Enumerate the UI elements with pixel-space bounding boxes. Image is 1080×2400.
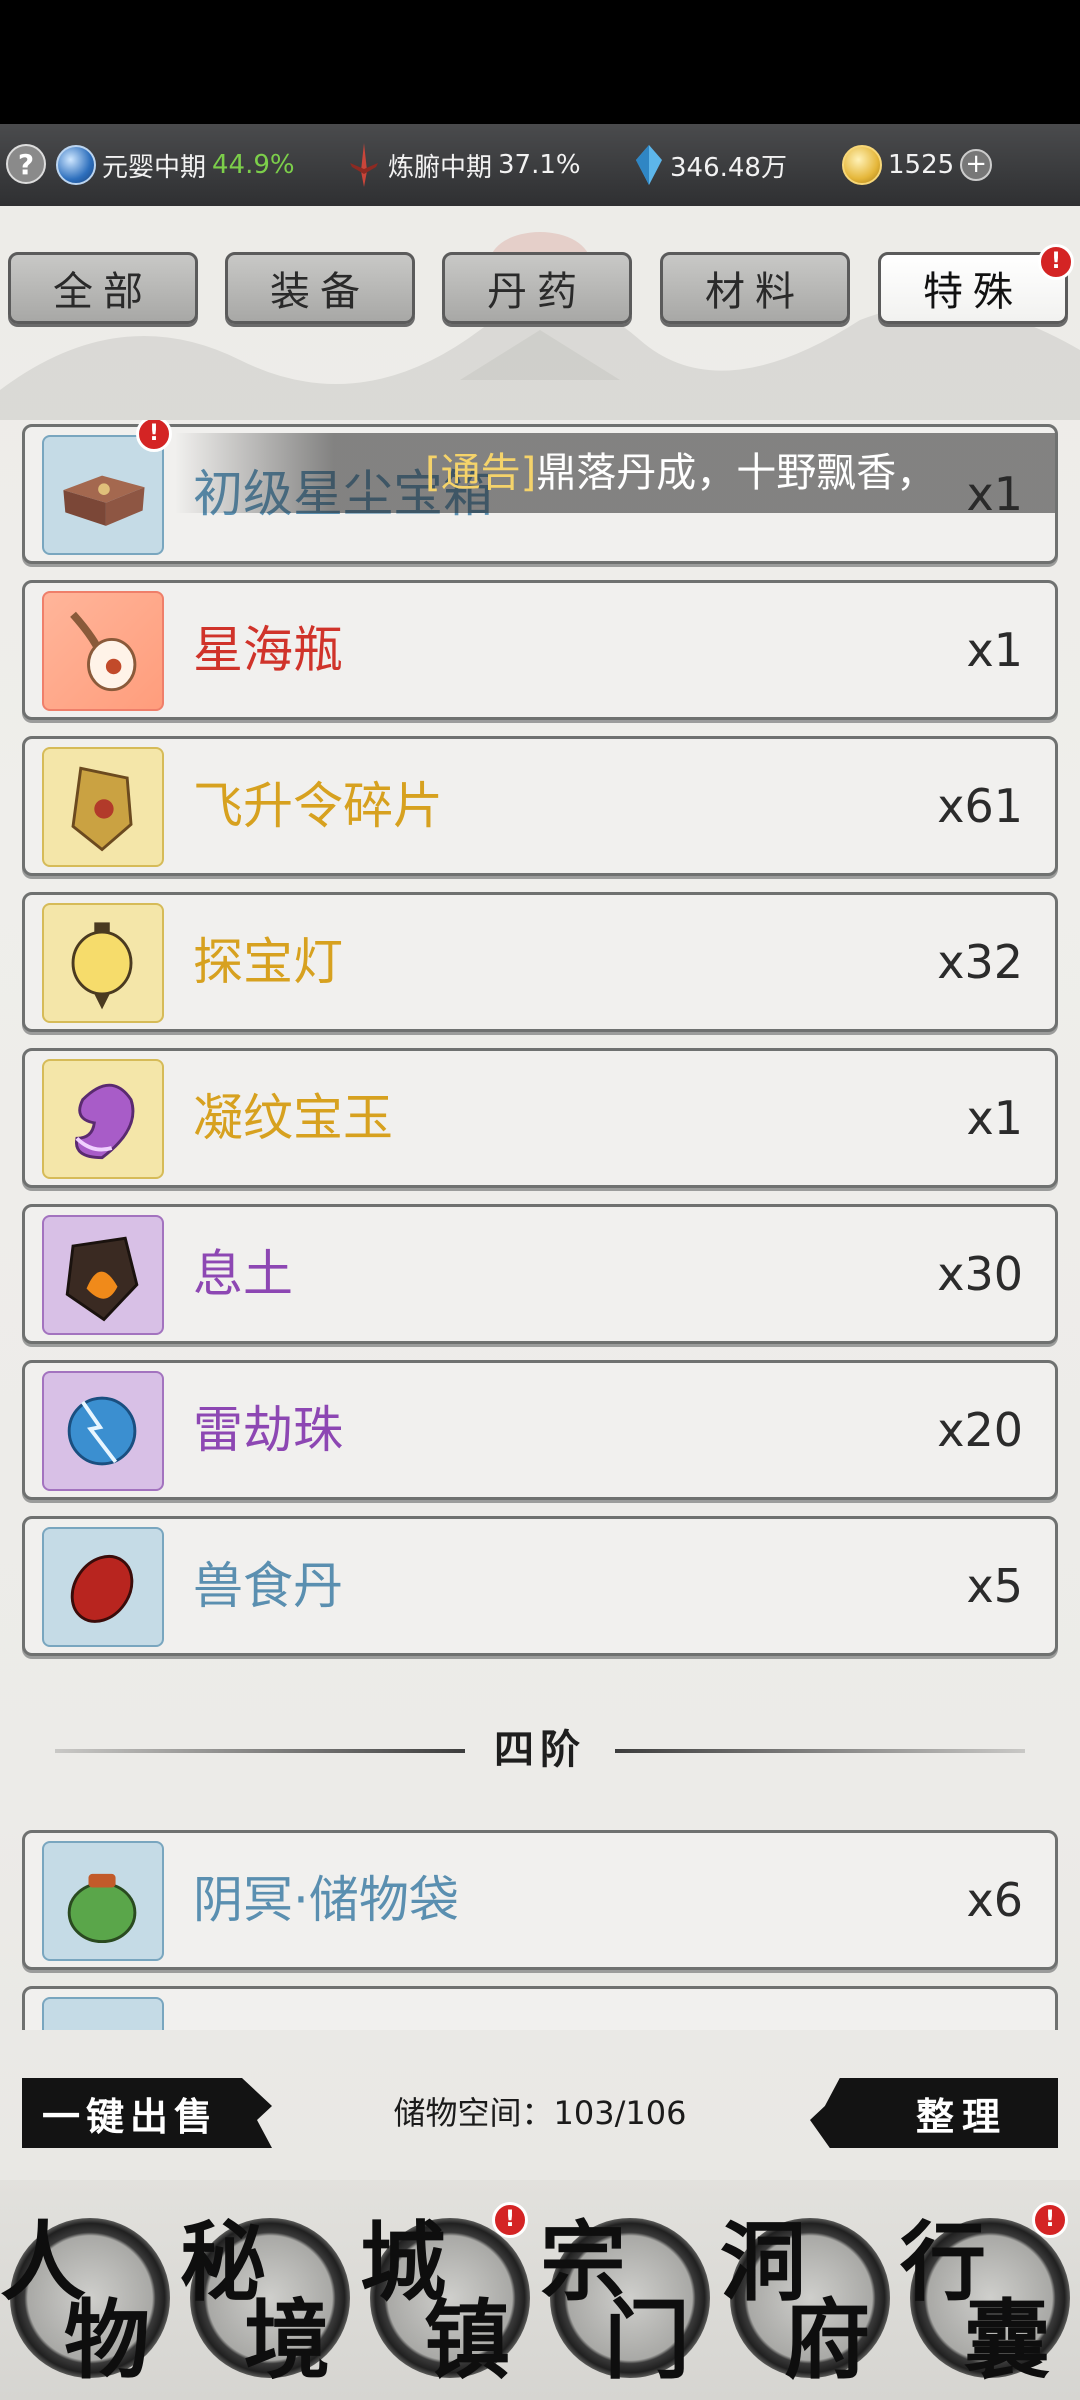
patterned-jade-icon [42, 1059, 164, 1179]
help-button[interactable]: ? [6, 144, 46, 184]
item-name: 星海瓶 [193, 621, 343, 679]
realm-label: 元婴中期 [102, 152, 207, 183]
item-name: 飞升令碎片 [193, 777, 443, 835]
sword-icon [350, 143, 378, 187]
tier-divider-line-right [615, 1749, 1025, 1753]
item-name: 探宝灯 [193, 933, 343, 991]
nav-label-2: 镇 [424, 2290, 510, 2391]
list-item[interactable]: 阴冥·储物袋 x6 [22, 1830, 1058, 1970]
top-black-area [0, 0, 1080, 124]
item-count: x20 [937, 1403, 1023, 1457]
item-name: 凝纹宝玉 [193, 1089, 393, 1147]
beast-food-pill-icon [42, 1527, 164, 1647]
item-icon-partial [42, 1997, 164, 2030]
list-item[interactable]: 雷劫珠 x20 [22, 1360, 1058, 1500]
item-list[interactable]: 初级星尘宝箱 x1 [通告]鼎落丹成，十野飘香， ! 星海瓶 x1 [0, 420, 1080, 2030]
spirit-stone-amount: 346.48万 [670, 152, 787, 183]
item-count: x1 [966, 623, 1024, 677]
cultivation-orb-icon [56, 145, 96, 185]
item-count: x32 [937, 935, 1023, 989]
coin-amount: 1525 [888, 150, 955, 180]
tab-pills[interactable]: 丹药 [442, 252, 632, 324]
bottom-nav: 人 物 秘 境 城 镇 ! 宗 门 洞 府 行 囊 ! [0, 2180, 1080, 2400]
tab-special-alert-badge: ! [1038, 244, 1074, 280]
nav-town-alert-badge: ! [492, 2202, 528, 2238]
announcement-tag: [通告] [425, 450, 537, 496]
nav-label-2: 府 [784, 2290, 870, 2391]
item-count: x61 [937, 779, 1023, 833]
item-name: 雷劫珠 [193, 1401, 343, 1459]
body-realm-percent: 37.1% [498, 150, 581, 180]
thunder-pearl-icon [42, 1371, 164, 1491]
spirit-crystal-icon [636, 145, 662, 185]
storage-bag-icon [42, 1841, 164, 1961]
nav-inventory-bag[interactable]: 行 囊 ! [900, 2192, 1080, 2392]
nav-town[interactable]: 城 镇 ! [360, 2192, 540, 2392]
nav-character[interactable]: 人 物 [0, 2192, 180, 2392]
list-item[interactable]: 星海瓶 x1 [22, 580, 1058, 720]
item-name: 息土 [193, 1245, 293, 1303]
tab-all[interactable]: 全部 [8, 252, 198, 324]
list-item[interactable]: 初级星尘宝箱 x1 [通告]鼎落丹成，十野飘香， [22, 424, 1058, 564]
treasure-chest-icon [42, 435, 164, 555]
list-item-partial[interactable] [22, 1986, 1058, 2030]
nav-label-2: 门 [604, 2290, 690, 2391]
add-coins-icon[interactable]: + [960, 149, 993, 181]
sell-all-button[interactable]: 一键出售 [22, 2078, 272, 2148]
item-count: x5 [966, 1559, 1024, 1613]
coin-stat[interactable]: 1525 + [842, 124, 993, 206]
star-sea-bottle-icon [42, 591, 164, 711]
tier-divider: 四阶 [55, 1720, 1025, 1780]
list-item[interactable]: 息土 x30 [22, 1204, 1058, 1344]
spirit-stone-stat[interactable]: 346.48万 [634, 124, 787, 206]
item-count: x30 [937, 1247, 1023, 1301]
announcement-banner: [通告]鼎落丹成，十野飘香， [175, 433, 1055, 513]
item-count: x1 [966, 1091, 1024, 1145]
coin-icon [842, 145, 882, 185]
item-name: 兽食丹 [193, 1557, 343, 1615]
nav-secret-realm[interactable]: 秘 境 [180, 2192, 360, 2392]
nav-label-2: 物 [64, 2290, 150, 2391]
nav-bag-alert-badge: ! [1032, 2202, 1068, 2238]
status-bar: ? 元婴中期 44.9% 炼腑中期 37.1% 346.48万 1525 + [0, 124, 1080, 206]
ascension-token-shard-icon [42, 747, 164, 867]
announcement-text: 鼎落丹成，十野飘香， [536, 450, 937, 496]
storage-capacity: 储物空间：103/106 [393, 2094, 687, 2132]
item-count: x6 [966, 1873, 1024, 1927]
breathing-soil-icon [42, 1215, 164, 1335]
tab-materials[interactable]: 材料 [660, 252, 850, 324]
body-realm-stat[interactable]: 炼腑中期 37.1% [346, 124, 581, 206]
nav-label-2: 囊 [964, 2290, 1050, 2391]
nav-cave-abode[interactable]: 洞 府 [720, 2192, 900, 2392]
nav-sect[interactable]: 宗 门 [540, 2192, 720, 2392]
tab-equipment[interactable]: 装备 [225, 252, 415, 324]
list-item[interactable]: 探宝灯 x32 [22, 892, 1058, 1032]
list-item[interactable]: 兽食丹 x5 [22, 1516, 1058, 1656]
list-item[interactable]: 凝纹宝玉 x1 [22, 1048, 1058, 1188]
inventory-screen: ? 元婴中期 44.9% 炼腑中期 37.1% 346.48万 1525 + 全… [0, 0, 1080, 2400]
sort-button[interactable]: 整理 [810, 2078, 1058, 2148]
realm-stat[interactable]: 元婴中期 44.9% [56, 124, 295, 206]
body-realm-label: 炼腑中期 [388, 152, 493, 183]
nav-label-2: 境 [244, 2290, 330, 2391]
list-item[interactable]: 飞升令碎片 x61 [22, 736, 1058, 876]
realm-percent: 44.9% [212, 150, 295, 180]
item-name: 阴冥·储物袋 [193, 1871, 459, 1929]
treasure-lantern-icon [42, 903, 164, 1023]
